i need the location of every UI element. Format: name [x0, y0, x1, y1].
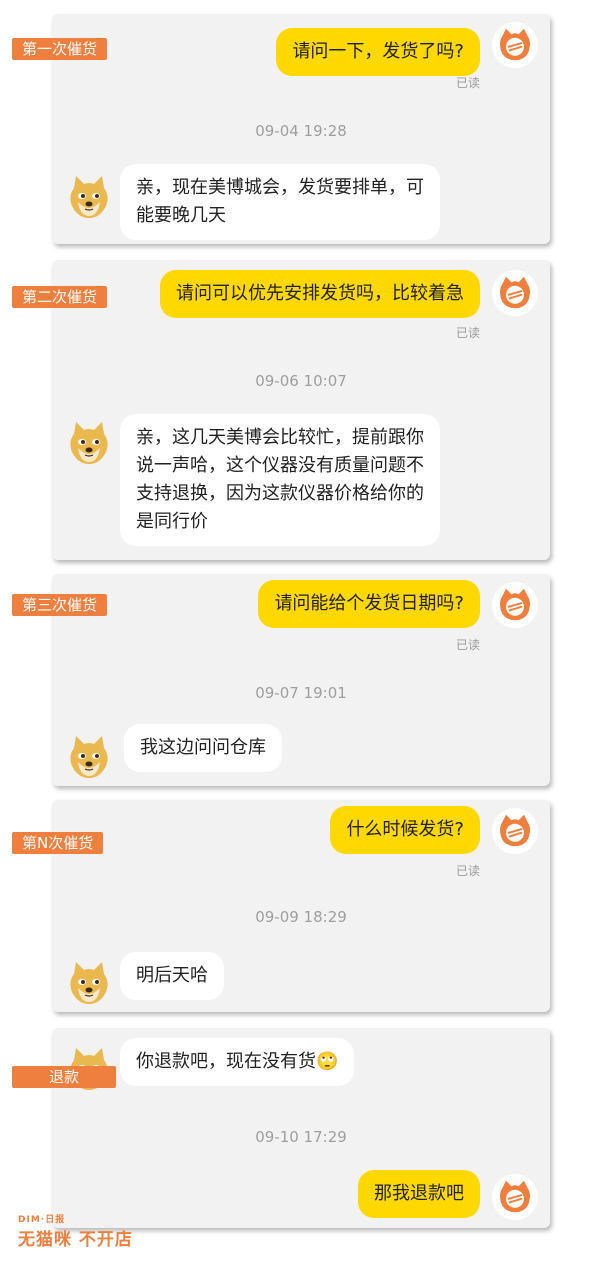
urge-tag: 第N次催货 — [12, 832, 104, 854]
cat-logo-icon[interactable] — [492, 1174, 538, 1220]
reply-line: 支持退换，因为这款仪器价格给你的 — [136, 483, 424, 504]
reply-line: 亲，现在美博城会，发货要排单，可 — [136, 177, 424, 198]
shop-reply-bubble: 你退款吧，现在没有货🙄 — [120, 1038, 355, 1086]
shop-reply-bubble: 亲，这几天美博会比较忙，提前跟你 说一声哈，这个仪器没有质量问题不 支持退换，因… — [120, 414, 440, 546]
timestamp: 09-06 10:07 — [255, 372, 347, 390]
shop-reply-bubble: 明后天哈 — [120, 952, 224, 1000]
chat-card-3: 请问能给个发货日期吗? 已读 09-07 19:01 我这边问问仓库 — [52, 574, 550, 786]
reply-line: 是同行价 — [136, 511, 208, 532]
doge-avatar-icon[interactable] — [66, 960, 112, 1006]
reply-text: 你退款吧，现在没有货 — [136, 1051, 316, 1072]
read-receipt: 已读 — [455, 638, 480, 652]
refund-tag: 退款 — [12, 1066, 116, 1088]
my-message-bubble: 请问能给个发货日期吗? — [258, 580, 480, 628]
my-message-bubble: 请问一下，发货了吗? — [276, 28, 480, 76]
urge-tag: 第一次催货 — [12, 38, 108, 60]
urge-tag: 第三次催货 — [12, 594, 108, 616]
logo-main-text: 无猫咪 不开店 — [18, 1230, 133, 1250]
timestamp: 09-09 18:29 — [255, 908, 347, 926]
timestamp: 09-04 19:28 — [255, 122, 347, 140]
read-receipt: 已读 — [455, 76, 480, 90]
shop-reply-bubble: 我这边问问仓库 — [124, 724, 282, 772]
shop-reply-bubble: 亲，现在美博城会，发货要排单，可 能要晚几天 — [120, 164, 440, 240]
timestamp: 09-10 17:29 — [255, 1128, 347, 1146]
cat-logo-icon[interactable] — [492, 582, 538, 628]
my-message-bubble: 请问可以优先安排发货吗，比较着急 — [160, 270, 480, 318]
reply-line: 亲，这几天美博会比较忙，提前跟你 — [136, 427, 424, 448]
chat-card-5: 你退款吧，现在没有货🙄 09-10 17:29 那我退款吧 — [52, 1028, 550, 1228]
cat-logo-icon[interactable] — [492, 270, 538, 316]
my-message-bubble: 什么时候发货? — [330, 806, 480, 854]
reply-line: 明后天哈 — [136, 965, 208, 986]
read-receipt: 已读 — [455, 326, 480, 340]
reply-line: 能要晚几天 — [136, 205, 226, 226]
logo-top-text: DIM·日报 — [18, 1215, 66, 1225]
read-receipt: 已读 — [455, 864, 480, 878]
chat-card-1: 请问一下，发货了吗? 已读 09-04 19:28 亲，现在美博城会，发货要排单… — [52, 14, 550, 244]
chat-card-4: 什么时候发货? 已读 09-09 18:29 明后天哈 — [52, 800, 550, 1012]
cat-logo-icon[interactable] — [492, 808, 538, 854]
reply-line: 我这边问问仓库 — [140, 737, 266, 758]
urge-tag: 第二次催货 — [12, 286, 108, 308]
rolling-eyes-emoji-icon: 🙄 — [316, 1051, 339, 1072]
doge-avatar-icon[interactable] — [66, 174, 112, 220]
my-message-bubble: 那我退款吧 — [358, 1170, 480, 1218]
chat-card-2: 请问可以优先安排发货吗，比较着急 已读 09-06 10:07 亲，这几天美博会… — [52, 260, 550, 560]
timestamp: 09-07 19:01 — [255, 684, 347, 702]
doge-avatar-icon[interactable] — [66, 734, 112, 780]
reply-line: 说一声哈，这个仪器没有质量问题不 — [136, 455, 424, 476]
brand-logo: DIM·日报 无猫咪 不开店 — [18, 1212, 133, 1250]
cat-logo-icon[interactable] — [492, 22, 538, 68]
doge-avatar-icon[interactable] — [66, 420, 112, 466]
